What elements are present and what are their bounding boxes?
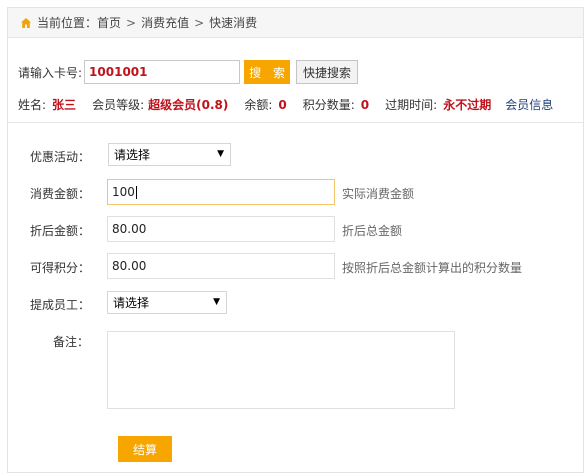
member-level-value: 超级会员(0.8)	[148, 98, 229, 112]
member-expire-label: 过期时间:	[385, 98, 438, 112]
member-level-label: 会员等级:	[92, 98, 145, 112]
breadcrumb-separator: >	[194, 15, 205, 30]
points-label: 可得积分：	[30, 261, 91, 275]
search-button[interactable]: 搜 索	[244, 60, 291, 84]
promo-select-value: 请选择	[114, 148, 151, 162]
divider	[8, 122, 583, 123]
member-info-row: 姓名: 张三 会员等级: 超级会员(0.8) 余额: 0 积分数量: 0 过期时…	[18, 96, 553, 113]
discount-hint: 折后总金额	[342, 224, 403, 238]
chevron-down-icon: ▼	[217, 149, 224, 159]
breadcrumb-prefix: 当前位置：	[37, 16, 98, 30]
breadcrumb-consume-recharge[interactable]: 消费充值	[141, 14, 189, 31]
discount-input[interactable]: 80.00	[107, 216, 335, 242]
remark-label: 备注：	[53, 335, 90, 349]
staff-label: 提成员工：	[30, 298, 91, 312]
quick-search-button[interactable]: 快捷搜索	[296, 60, 359, 84]
staff-select-value: 请选择	[113, 296, 150, 310]
member-balance-label: 余额:	[244, 98, 273, 112]
discount-input-value: 80.00	[112, 222, 147, 236]
member-name-label: 姓名:	[18, 98, 47, 112]
staff-select[interactable]: 请选择 ▼	[107, 291, 227, 314]
breadcrumb-quick-consume: 快速消费	[209, 16, 258, 30]
amount-input-value: 100	[112, 185, 135, 199]
breadcrumb: 当前位置： 首页 > 消费充值 > 快速消费	[8, 8, 583, 38]
member-name-value: 张三	[52, 98, 77, 112]
checkout-button[interactable]: 结算	[118, 436, 172, 462]
amount-label: 消费金额：	[30, 187, 91, 201]
amount-hint: 实际消费金额	[342, 187, 415, 201]
points-input-value: 80.00	[112, 259, 147, 273]
breadcrumb-separator: >	[126, 15, 137, 30]
member-balance-value: 0	[278, 97, 287, 112]
card-number-label: 请输入卡号:	[18, 65, 83, 80]
home-icon	[21, 17, 31, 28]
card-number-input[interactable]	[84, 60, 241, 84]
promo-label: 优惠活动：	[30, 150, 91, 164]
card-search-row: 请输入卡号: 搜 索 快捷搜索	[18, 60, 359, 84]
points-input[interactable]: 80.00	[107, 253, 335, 279]
chevron-down-icon: ▼	[213, 297, 220, 307]
breadcrumb-home[interactable]: 首页	[97, 14, 121, 31]
member-expire-value: 永不过期	[443, 98, 492, 112]
discount-label: 折后金额：	[30, 224, 91, 238]
text-caret	[135, 185, 137, 199]
member-points-label: 积分数量:	[302, 98, 355, 112]
remark-textarea[interactable]	[107, 331, 455, 409]
promo-select[interactable]: 请选择 ▼	[108, 143, 231, 166]
page-frame: 当前位置： 首页 > 消费充值 > 快速消费 请输入卡号: 搜 索 快捷搜索 姓…	[7, 7, 584, 473]
points-hint: 按照折后总金额计算出的积分数量	[342, 261, 523, 275]
member-info-link[interactable]: 会员信息	[505, 96, 553, 113]
member-points-value: 0	[360, 97, 370, 112]
amount-input[interactable]: 100	[107, 179, 335, 205]
